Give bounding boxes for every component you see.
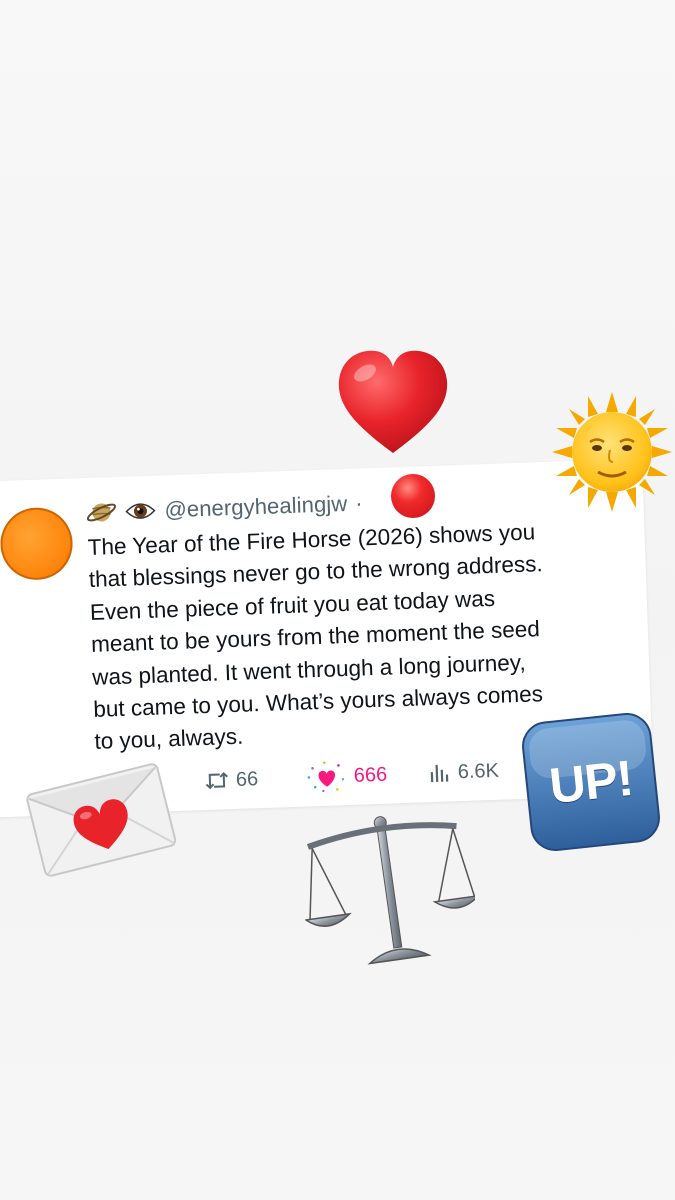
sun-with-face-sticker xyxy=(552,392,672,512)
up-text: UP! xyxy=(546,749,636,815)
red-heart-sticker xyxy=(338,350,448,453)
analytics-icon xyxy=(430,764,449,783)
balance-scale-sticker xyxy=(305,816,475,965)
retweet-button[interactable]: 66 xyxy=(204,762,259,798)
view-count: 6.6K xyxy=(457,759,500,783)
like-count: 666 xyxy=(353,763,388,787)
up-button-sticker: UP! xyxy=(517,712,665,852)
heart-icon xyxy=(307,761,345,793)
separator-dot: · xyxy=(354,490,364,516)
like-button[interactable]: 666 xyxy=(304,758,388,795)
red-circle-sticker xyxy=(391,474,435,518)
saturn-icon xyxy=(86,503,117,522)
eye-icon xyxy=(125,503,156,519)
retweet-count: 66 xyxy=(235,767,259,791)
retweet-icon xyxy=(205,771,228,790)
views-button[interactable]: 6.6K xyxy=(428,754,499,790)
tweet-header: @energyhealingjw · xyxy=(86,488,363,528)
avatar[interactable] xyxy=(0,506,74,581)
user-handle[interactable]: @energyhealingjw xyxy=(164,491,348,523)
love-letter-sticker xyxy=(26,763,177,877)
